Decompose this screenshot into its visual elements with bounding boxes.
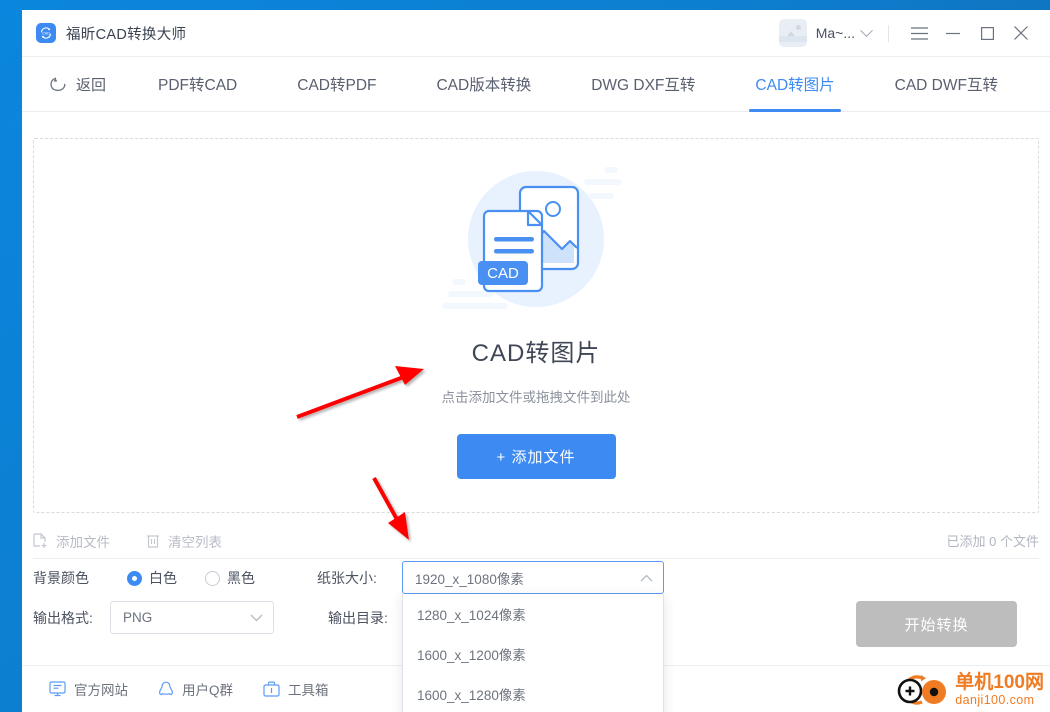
clear-list-label: 清空列表 xyxy=(168,534,222,550)
back-button[interactable]: 返回 xyxy=(22,57,128,111)
tab-label: CAD转图片 xyxy=(755,77,835,94)
bg-color-label: 背景颜色 xyxy=(33,570,89,586)
tab-cad-version-convert[interactable]: CAD版本转换 xyxy=(422,57,545,111)
user-qq-group-link[interactable]: 用户Q群 xyxy=(158,679,233,699)
cad-to-image-illustration: CAD xyxy=(436,157,636,327)
file-list-toolbar: 添加文件 清空列表 已添加 0 个文件 xyxy=(33,523,1039,559)
dropzone-title: CAD转图片 xyxy=(471,340,601,367)
chevron-up-icon xyxy=(640,570,653,585)
monitor-icon xyxy=(49,681,66,697)
watermark-mark-icon xyxy=(897,675,947,705)
tab-cad-to-image[interactable]: CAD转图片 xyxy=(741,57,848,112)
back-arrow-icon xyxy=(50,77,66,91)
chevron-down-icon[interactable] xyxy=(860,23,873,37)
radio-bg-white[interactable]: 白色 xyxy=(127,568,177,588)
output-format-select[interactable]: PNG xyxy=(110,601,274,634)
watermark-text: 单机100网 danji100.com xyxy=(955,673,1044,707)
tab-label: CAD转PDF xyxy=(297,77,377,94)
tab-label: DWG DXF互转 xyxy=(591,77,696,94)
add-file-toolbar-button[interactable]: 添加文件 xyxy=(33,531,110,551)
dropzone-subtitle: 点击添加文件或拖拽文件到此处 xyxy=(441,390,631,405)
tab-label: PDF转CAD xyxy=(158,77,238,94)
paper-size-label: 纸张大小: xyxy=(317,570,377,586)
close-icon[interactable] xyxy=(1004,18,1038,48)
clear-list-button[interactable]: 清空列表 xyxy=(146,531,222,551)
application-window: CAD 福昕CAD转换大师 Ma~... 返回 PDF转CAD CAD转PDF … xyxy=(22,10,1050,712)
dropdown-option[interactable]: 1280_x_1024像素 xyxy=(403,594,663,634)
trash-icon xyxy=(147,534,159,548)
tab-label: CAD DWF互转 xyxy=(894,77,998,94)
dropdown-option[interactable]: 1600_x_1280像素 xyxy=(403,674,663,712)
avatar[interactable] xyxy=(778,19,807,47)
add-file-button[interactable]: + 添加文件 xyxy=(456,434,616,479)
maximize-icon[interactable] xyxy=(970,18,1004,48)
dropdown-option[interactable]: 1600_x_1200像素 xyxy=(403,634,663,674)
tab-cad-to-pdf[interactable]: CAD转PDF xyxy=(283,57,390,111)
radio-black-label: 黑色 xyxy=(227,570,255,586)
toolbox-icon xyxy=(263,681,280,697)
tab-pdf-to-cad[interactable]: PDF转CAD xyxy=(144,57,251,111)
title-bar: CAD 福昕CAD转换大师 Ma~... xyxy=(22,10,1050,57)
watermark-sub: danji100.com xyxy=(955,693,1035,708)
tab-cad-dwf[interactable]: CAD DWF互转 xyxy=(881,57,1012,111)
file-count-status: 已添加 0 个文件 xyxy=(946,534,1039,549)
back-label: 返回 xyxy=(76,76,107,94)
main-navigation: 返回 PDF转CAD CAD转PDF CAD版本转换 DWG DXF互转 CAD… xyxy=(22,57,1050,112)
file-dropzone[interactable]: CAD CAD转图片 点击添加文件或拖拽文件到此处 + 添加文件 xyxy=(33,138,1039,513)
paper-size-select[interactable]: 1920_x_1080像素 xyxy=(402,561,664,594)
radio-white-indicator xyxy=(127,570,142,586)
radio-white-label: 白色 xyxy=(149,570,177,586)
output-format-label: 输出格式: xyxy=(33,610,93,626)
chevron-down-icon xyxy=(250,610,263,625)
output-dir-label: 输出目录: xyxy=(328,610,388,626)
official-website-label: 官方网站 xyxy=(74,683,128,698)
start-convert-button[interactable]: 开始转换 xyxy=(856,601,1017,647)
user-name[interactable]: Ma~... xyxy=(816,25,855,41)
radio-black-indicator xyxy=(205,570,220,586)
main-content: CAD CAD转图片 点击添加文件或拖拽文件到此处 + 添加文件 添加文件 清空… xyxy=(22,112,1050,712)
add-file-toolbar-label: 添加文件 xyxy=(56,534,110,550)
watermark-logo: 单机100网 danji100.com xyxy=(890,670,1044,710)
toolbox-label: 工具箱 xyxy=(288,683,329,698)
official-website-link[interactable]: 官方网站 xyxy=(49,679,128,699)
tab-label: CAD版本转换 xyxy=(436,77,532,94)
toolbox-link[interactable]: 工具箱 xyxy=(263,679,329,699)
desktop-background: CAD 福昕CAD转换大师 Ma~... 返回 PDF转CAD CAD转PDF … xyxy=(0,0,1050,712)
divider xyxy=(888,24,889,42)
watermark-main: 单机100网 xyxy=(955,672,1044,694)
app-logo-icon: CAD xyxy=(36,23,56,43)
output-format-value: PNG xyxy=(123,610,153,625)
svg-text:CAD: CAD xyxy=(42,32,50,36)
app-title: 福昕CAD转换大师 xyxy=(66,26,187,43)
paper-size-value: 1920_x_1080像素 xyxy=(415,571,524,587)
user-qq-group-label: 用户Q群 xyxy=(182,683,234,698)
file-plus-icon xyxy=(33,532,47,548)
tab-dwg-dxf[interactable]: DWG DXF互转 xyxy=(577,57,709,111)
radio-bg-black[interactable]: 黑色 xyxy=(205,568,255,588)
minimize-icon[interactable] xyxy=(936,18,970,48)
menu-icon[interactable] xyxy=(902,18,936,48)
paper-size-dropdown-list[interactable]: 1280_x_1024像素 1600_x_1200像素 1600_x_1280像… xyxy=(402,594,664,712)
titlebar-right-controls: Ma~... xyxy=(778,10,1050,56)
qq-penguin-icon xyxy=(159,681,173,695)
svg-text:CAD: CAD xyxy=(487,265,519,282)
